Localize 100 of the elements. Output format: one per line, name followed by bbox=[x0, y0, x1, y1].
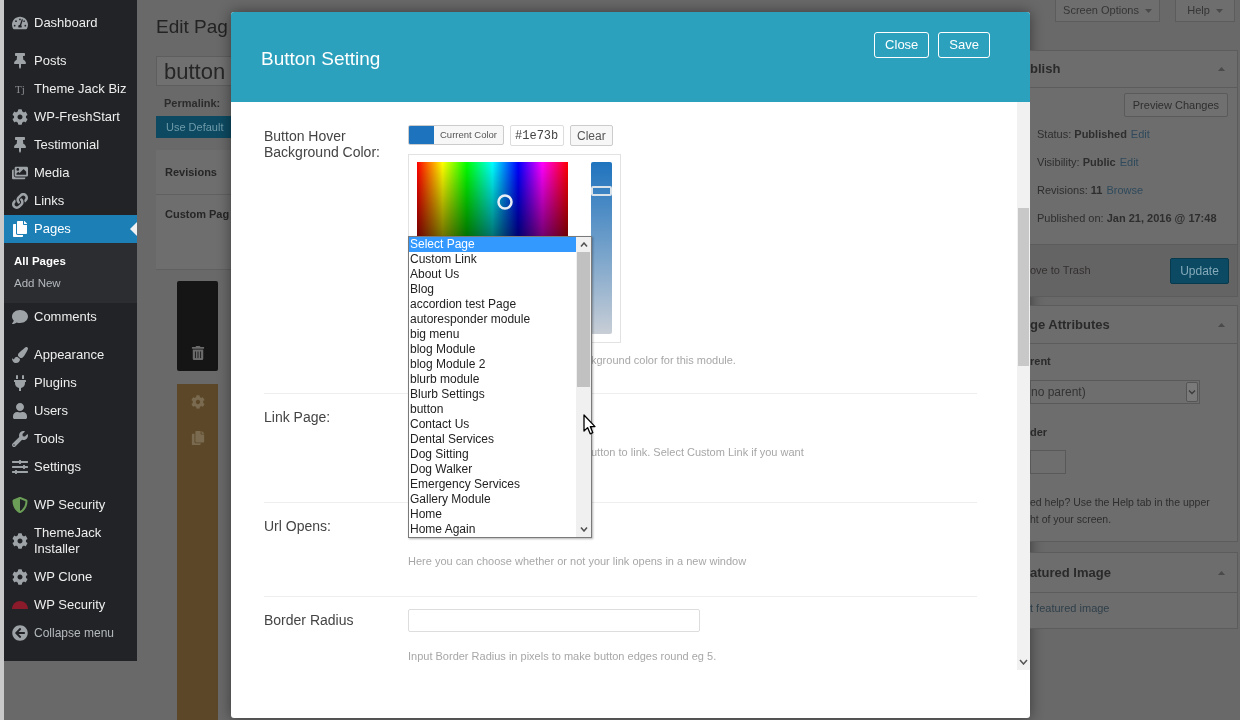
listbox-option[interactable]: autoresponder module bbox=[409, 312, 576, 327]
speech-bubble-icon bbox=[12, 309, 28, 325]
publish-info-text: Status: Published bbox=[1037, 127, 1127, 142]
sidebar-item[interactable]: Pages bbox=[4, 215, 137, 243]
trash-icon[interactable] bbox=[190, 346, 205, 360]
sidebar-item[interactable]: Appearance bbox=[4, 341, 137, 369]
help-text: ed help? Use the Help tab in the upper bbox=[1030, 495, 1210, 510]
listbox-option[interactable]: Custom Link bbox=[409, 252, 576, 267]
publish-info-text: Published on: Jan 21, 2016 @ 17:48 bbox=[1037, 211, 1217, 226]
hex-color-field[interactable]: #1e73b bbox=[510, 125, 565, 146]
color-spectrum[interactable] bbox=[417, 162, 568, 236]
chevron-down-icon[interactable] bbox=[579, 527, 588, 532]
caret-down-icon bbox=[1215, 8, 1223, 13]
sidebar-item[interactable]: Testimonial bbox=[4, 131, 137, 159]
listbox-option[interactable]: blog Module 2 bbox=[409, 357, 576, 372]
listbox-option[interactable]: blurb module bbox=[409, 372, 576, 387]
sidebar-item[interactable]: Comments bbox=[4, 303, 137, 331]
listbox-option[interactable]: Blurb Settings bbox=[409, 387, 576, 402]
order-label: der bbox=[1030, 425, 1048, 440]
scrollbar-thumb[interactable] bbox=[1018, 208, 1029, 366]
box-title: atured Image bbox=[1030, 563, 1111, 582]
listbox-option[interactable]: Dog Sitting bbox=[409, 447, 576, 462]
listbox-option[interactable]: Home bbox=[409, 507, 576, 522]
circle-arrow-left-icon bbox=[12, 625, 28, 641]
field-description: Here you can choose whether or not your link opens in a new window bbox=[408, 554, 747, 568]
listbox-option[interactable]: Dog Walker bbox=[409, 462, 576, 477]
slider-handle[interactable] bbox=[591, 186, 612, 197]
box-title: ge Attributes bbox=[1030, 315, 1110, 334]
gear-icon[interactable] bbox=[190, 395, 205, 409]
update-button[interactable]: Update bbox=[1170, 257, 1229, 284]
chevron-up-icon[interactable] bbox=[579, 242, 588, 247]
submenu-item[interactable]: Add New bbox=[4, 272, 137, 294]
sidebar-item[interactable]: Posts bbox=[4, 47, 137, 75]
permalink-label: Permalink: bbox=[164, 96, 222, 110]
gauge-icon bbox=[12, 15, 28, 31]
pages-icon bbox=[12, 221, 28, 237]
caret-up-icon[interactable] bbox=[1218, 67, 1225, 71]
listbox-option[interactable]: button bbox=[409, 402, 576, 417]
listbox-option[interactable]: About Us bbox=[409, 267, 576, 282]
clear-button[interactable]: Clear bbox=[570, 125, 613, 146]
color-slider-track[interactable] bbox=[591, 162, 612, 334]
caret-down-icon bbox=[1144, 8, 1152, 13]
listbox-option[interactable]: Emergency Services bbox=[409, 477, 576, 492]
sidebar-item[interactable]: Plugins bbox=[4, 369, 137, 397]
scrollbar-thumb[interactable] bbox=[577, 252, 590, 387]
current-color-button[interactable]: Current Color bbox=[408, 125, 505, 145]
caret-up-icon[interactable] bbox=[1218, 570, 1225, 575]
chevron-down-icon[interactable] bbox=[1019, 659, 1028, 665]
sidebar-item[interactable]: WP Clone bbox=[4, 563, 137, 591]
sidebar-item[interactable]: WP Security bbox=[4, 591, 137, 619]
sidebar-item[interactable]: Users bbox=[4, 397, 137, 425]
link-icon bbox=[12, 193, 28, 209]
sidebar-item[interactable]: Tools bbox=[4, 425, 137, 453]
sidebar-item[interactable]: Media bbox=[4, 159, 137, 187]
page-heading: Edit Pag bbox=[156, 15, 229, 39]
sidebar-item[interactable]: Tj Theme Jack Biz bbox=[4, 75, 137, 103]
wrench-icon bbox=[12, 431, 28, 447]
caret-up-icon[interactable] bbox=[1218, 322, 1225, 327]
modal-title: Button Setting bbox=[261, 47, 381, 71]
listbox-option[interactable]: Blog bbox=[409, 282, 576, 297]
page-listbox[interactable] bbox=[408, 236, 592, 538]
sliders-icon bbox=[12, 459, 28, 475]
listbox-option[interactable]: accordion test Page bbox=[409, 297, 576, 312]
listbox-option[interactable]: Contact Us bbox=[409, 417, 576, 432]
modal-scrollbar[interactable] bbox=[1017, 102, 1030, 670]
sidebar-item[interactable]: Dashboard bbox=[4, 9, 137, 37]
copy-icon[interactable] bbox=[190, 431, 205, 445]
sidebar-item[interactable]: WP Security bbox=[4, 491, 137, 519]
pushpin-icon bbox=[12, 137, 28, 153]
field-description: utton to link. Select Custom Link if you want bbox=[591, 445, 804, 459]
plug-icon bbox=[12, 375, 28, 391]
field-description: kground color for this module. bbox=[591, 353, 736, 367]
picker-ring-icon[interactable] bbox=[497, 194, 513, 210]
pointer-triangle-icon bbox=[130, 222, 137, 236]
listbox-option[interactable]: big menu bbox=[409, 327, 576, 342]
listbox-option[interactable]: blog Module bbox=[409, 342, 576, 357]
help-text: ht of your screen. bbox=[1030, 512, 1113, 527]
parent-label: rent bbox=[1030, 354, 1051, 369]
paintbrush-icon bbox=[12, 347, 28, 363]
field-description: Input Border Radius in pixels to make button edges round eg 5. bbox=[408, 649, 717, 663]
sidebar-item[interactable]: Settings bbox=[4, 453, 137, 481]
listbox-option[interactable]: Dental Services bbox=[409, 432, 576, 447]
publish-info-text: Revisions: 11 bbox=[1037, 183, 1103, 198]
gear-icon bbox=[12, 533, 28, 549]
order-field[interactable] bbox=[1030, 450, 1066, 474]
field-label: Button Hover Background Color: bbox=[264, 128, 381, 162]
listbox-option[interactable]: Gallery Module bbox=[409, 492, 576, 507]
border-radius-field[interactable] bbox=[408, 609, 700, 632]
shield-icon bbox=[12, 497, 28, 513]
mouse-pointer-icon bbox=[583, 414, 596, 435]
listbox-option[interactable]: Home Again bbox=[409, 522, 576, 537]
sidebar-item[interactable]: WP-FreshStart bbox=[4, 103, 137, 131]
gear-icon bbox=[12, 109, 28, 125]
field-label: Border Radius bbox=[264, 612, 355, 630]
listbox-scrollbar[interactable] bbox=[576, 237, 591, 537]
submenu-item[interactable]: All Pages bbox=[4, 250, 137, 272]
collapse-menu-button[interactable]: Collapse menu bbox=[4, 619, 137, 647]
sidebar-item[interactable]: ThemeJack Installer bbox=[4, 519, 137, 563]
pushpin-icon bbox=[12, 53, 28, 69]
sidebar-item[interactable]: Links bbox=[4, 187, 137, 215]
